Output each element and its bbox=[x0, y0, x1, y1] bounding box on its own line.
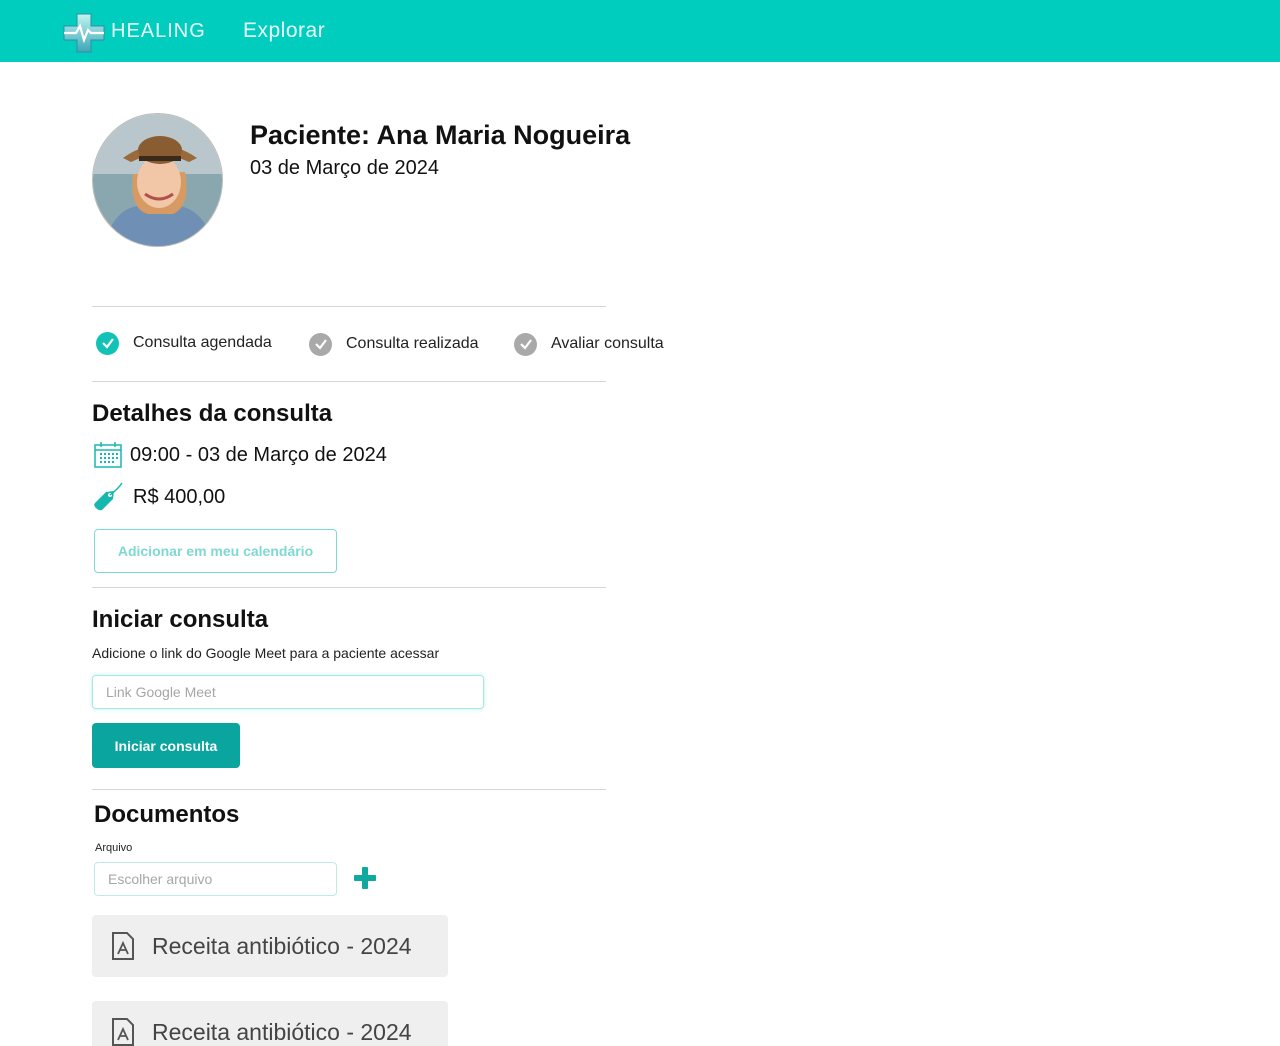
add-to-calendar-button[interactable]: Adicionar em meu calendário bbox=[94, 529, 337, 573]
meet-helper-text: Adicione o link do Google Meet para a pa… bbox=[92, 645, 440, 661]
step-label: Consulta realizada bbox=[346, 335, 479, 352]
document-name: Receita antibiótico - 2024 bbox=[152, 1018, 412, 1045]
pdf-file-icon bbox=[112, 932, 134, 960]
patient-title: Paciente: Ana Maria Nogueira bbox=[250, 120, 631, 150]
divider bbox=[92, 381, 606, 382]
appointment-price-text: R$ 400,00 bbox=[133, 485, 226, 508]
section-title-detalhes: Detalhes da consulta bbox=[92, 400, 333, 427]
appointment-datetime: 09:00 - 03 de Março de 2024 bbox=[93, 441, 387, 469]
document-item[interactable]: Receita antibiótico - 2024 bbox=[92, 915, 448, 977]
file-field-label: Arquivo bbox=[95, 842, 133, 854]
start-consultation-button[interactable]: Iniciar consulta bbox=[92, 723, 240, 768]
check-circle-icon bbox=[514, 332, 537, 356]
add-document-plus-icon[interactable] bbox=[352, 865, 378, 891]
document-item[interactable]: Receita antibiótico - 2024 bbox=[92, 1001, 448, 1046]
step-avaliar-consulta[interactable]: Avaliar consulta bbox=[514, 332, 664, 356]
appointment-price: R$ 400,00 bbox=[92, 481, 225, 513]
check-circle-icon bbox=[309, 332, 332, 356]
brand-name[interactable]: HEALING bbox=[111, 20, 206, 43]
top-navbar: HEALING Explorar bbox=[0, 0, 1280, 62]
check-circle-icon bbox=[96, 331, 119, 355]
price-tag-icon bbox=[94, 482, 123, 511]
nav-link-explorar[interactable]: Explorar bbox=[243, 19, 325, 43]
step-label: Consulta agendada bbox=[133, 334, 272, 351]
section-title-iniciar: Iniciar consulta bbox=[92, 606, 269, 633]
section-title-documentos: Documentos bbox=[94, 801, 240, 828]
step-consulta-realizada: Consulta realizada bbox=[309, 332, 479, 356]
pdf-file-icon bbox=[112, 1018, 134, 1046]
file-chooser-input[interactable] bbox=[94, 862, 337, 896]
patient-avatar bbox=[92, 113, 223, 247]
appointment-datetime-text: 09:00 - 03 de Março de 2024 bbox=[130, 443, 387, 466]
step-label: Avaliar consulta bbox=[551, 335, 664, 352]
healing-logo-icon[interactable] bbox=[62, 12, 106, 54]
calendar-icon bbox=[94, 442, 122, 468]
divider bbox=[92, 587, 606, 588]
step-consulta-agendada: Consulta agendada bbox=[96, 331, 272, 355]
divider bbox=[92, 306, 606, 307]
patient-date: 03 de Março de 2024 bbox=[250, 157, 440, 179]
google-meet-link-input[interactable] bbox=[92, 675, 484, 709]
document-name: Receita antibiótico - 2024 bbox=[152, 932, 412, 959]
divider bbox=[92, 789, 606, 790]
